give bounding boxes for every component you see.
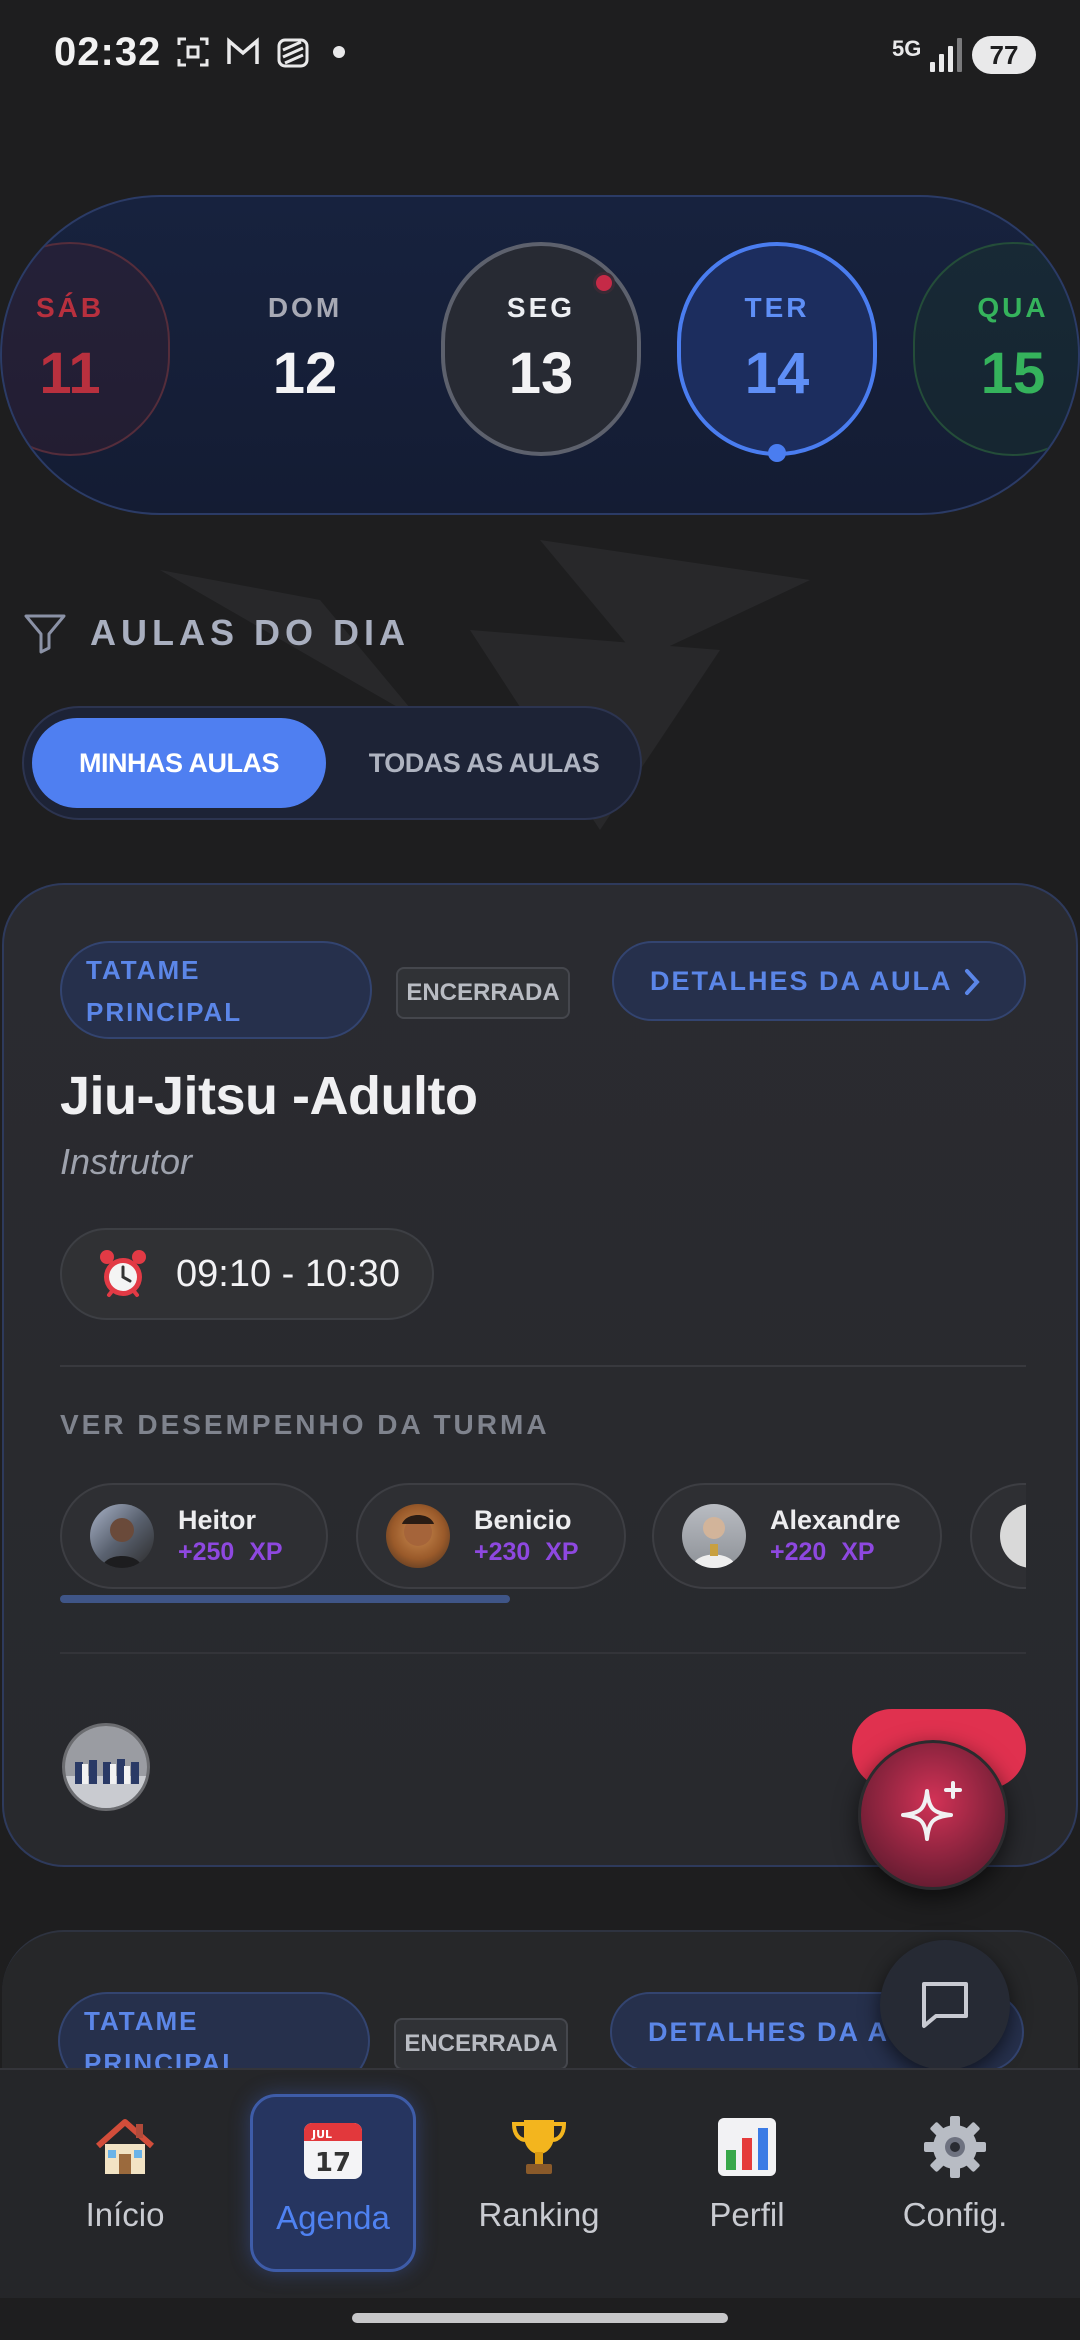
instructor-label: Instrutor <box>60 1141 193 1182</box>
nav-label: Ranking <box>478 2196 600 2233</box>
calendar-month: JUL <box>311 2128 332 2141</box>
chat-bubble-icon <box>922 1982 968 2028</box>
day-name: DOM <box>267 291 343 323</box>
ranking-item[interactable]: Benicio +230 XP <box>356 1483 626 1589</box>
ranking-scrollbar[interactable] <box>60 1595 510 1603</box>
battery-indicator: 77 <box>972 36 1036 74</box>
location-badge: TATAME PRINCIPAL <box>60 941 372 1039</box>
ai-assistant-button[interactable] <box>858 1740 1008 1890</box>
day-name: SEG <box>506 291 576 323</box>
nav-label: Agenda <box>276 2199 390 2236</box>
day-monday[interactable]: SEG 13 <box>441 242 641 456</box>
day-name: TER <box>744 291 810 323</box>
filter-icon[interactable] <box>22 610 68 656</box>
class-time: 09:10 - 10:30 <box>60 1228 434 1320</box>
avatar <box>1000 1504 1026 1568</box>
nav-settings[interactable]: Config. <box>872 2094 1038 2272</box>
nav-profile[interactable]: Perfil <box>664 2094 830 2272</box>
day-number: 15 <box>980 340 1046 406</box>
ranking-item[interactable]: Heitor +250 XP <box>60 1483 328 1589</box>
gear-icon <box>924 2116 986 2178</box>
signal-icon <box>930 36 964 72</box>
day-saturday[interactable]: SÁB 11 <box>2 242 170 456</box>
day-number: 14 <box>744 340 810 406</box>
nav-agenda[interactable]: JUL 17 Agenda <box>250 2094 416 2272</box>
event-dot <box>593 272 615 294</box>
student-xp: +250 XP <box>178 1538 283 1566</box>
class-card: TATAME PRINCIPAL ENCERRADA DETALHES DA A… <box>2 883 1078 1867</box>
ranking-item-partial[interactable] <box>970 1483 1026 1589</box>
chat-button[interactable] <box>880 1940 1010 2070</box>
divider <box>60 1652 1026 1654</box>
performance-label[interactable]: VER DESEMPENHO DA TURMA <box>60 1409 550 1441</box>
status-badge: ENCERRADA <box>394 2018 568 2070</box>
day-number: 13 <box>508 340 574 406</box>
divider <box>60 1365 1026 1367</box>
day-number: 12 <box>272 340 338 406</box>
status-badge: ENCERRADA <box>396 967 570 1019</box>
avatar <box>386 1504 450 1568</box>
student-xp: +220 XP <box>770 1538 875 1566</box>
day-name: SÁB <box>35 291 105 323</box>
nav-ranking[interactable]: Ranking <box>456 2094 622 2272</box>
chevron-right-icon <box>965 969 980 995</box>
calendar-icon: JUL 17 <box>304 2123 362 2179</box>
day-selector: SÁB 11 DOM 12 SEG 13 TER 14 QUA 15 <box>0 195 1080 515</box>
selected-day-dot <box>768 444 786 462</box>
nav-label: Config. <box>902 2196 1008 2233</box>
gmail-icon <box>227 37 259 64</box>
nav-home[interactable]: Início <box>42 2094 208 2272</box>
student-name: Heitor <box>178 1505 257 1535</box>
nav-label: Início <box>85 2196 165 2233</box>
status-notification-icons <box>175 34 345 70</box>
avatar <box>682 1504 746 1568</box>
home-indicator[interactable] <box>352 2313 728 2323</box>
network-type: 5G <box>892 36 922 61</box>
nav-label: Perfil <box>709 2196 785 2233</box>
class-filter-toggle: MINHAS AULAS TODAS AS AULAS <box>22 706 642 820</box>
trophy-icon <box>511 2120 567 2174</box>
my-classes-tab[interactable]: MINHAS AULAS <box>32 718 326 808</box>
bar-chart-icon <box>718 2118 776 2176</box>
day-wednesday[interactable]: QUA 15 <box>913 242 1078 456</box>
student-xp: +230 XP <box>474 1538 579 1566</box>
ranking-list[interactable]: Heitor +250 XP Benicio +230 XP Alexandre… <box>60 1483 1026 1593</box>
house-icon <box>96 2119 154 2174</box>
sparkle-icon <box>901 1781 962 1841</box>
class-details-label: DETALHES DA AULA <box>650 965 953 996</box>
calendar-day: 17 <box>315 2148 351 2178</box>
class-title: Jiu-Jitsu -Adulto <box>60 1066 478 1126</box>
bottom-navigation: Início JUL 17 Agenda Ranking Perfil Conf… <box>0 2068 1080 2298</box>
ranking-item[interactable]: Alexandre +220 XP <box>652 1483 942 1589</box>
day-tuesday-selected[interactable]: TER 14 <box>677 242 877 462</box>
all-classes-tab[interactable]: TODAS AS AULAS <box>334 718 634 808</box>
section-title: AULAS DO DIA <box>90 612 410 653</box>
day-name: QUA <box>977 291 1049 323</box>
day-sunday[interactable]: DOM 12 <box>205 242 405 456</box>
status-time: 02:32 <box>54 30 162 74</box>
student-name: Alexandre <box>770 1505 901 1535</box>
stack-app-icon <box>277 38 309 68</box>
avatar <box>90 1504 154 1568</box>
screenshot-icon <box>177 37 209 67</box>
alarm-clock-icon <box>100 1250 146 1297</box>
student-name: Benicio <box>474 1505 572 1535</box>
class-details-label: DETALHES DA AU <box>648 2016 911 2047</box>
day-number: 11 <box>39 340 101 406</box>
class-photo-avatar[interactable] <box>62 1723 150 1811</box>
class-time-text: 09:10 - 10:30 <box>176 1252 400 1295</box>
notification-dot <box>333 46 345 58</box>
class-details-button[interactable]: DETALHES DA AULA <box>612 941 1026 1021</box>
